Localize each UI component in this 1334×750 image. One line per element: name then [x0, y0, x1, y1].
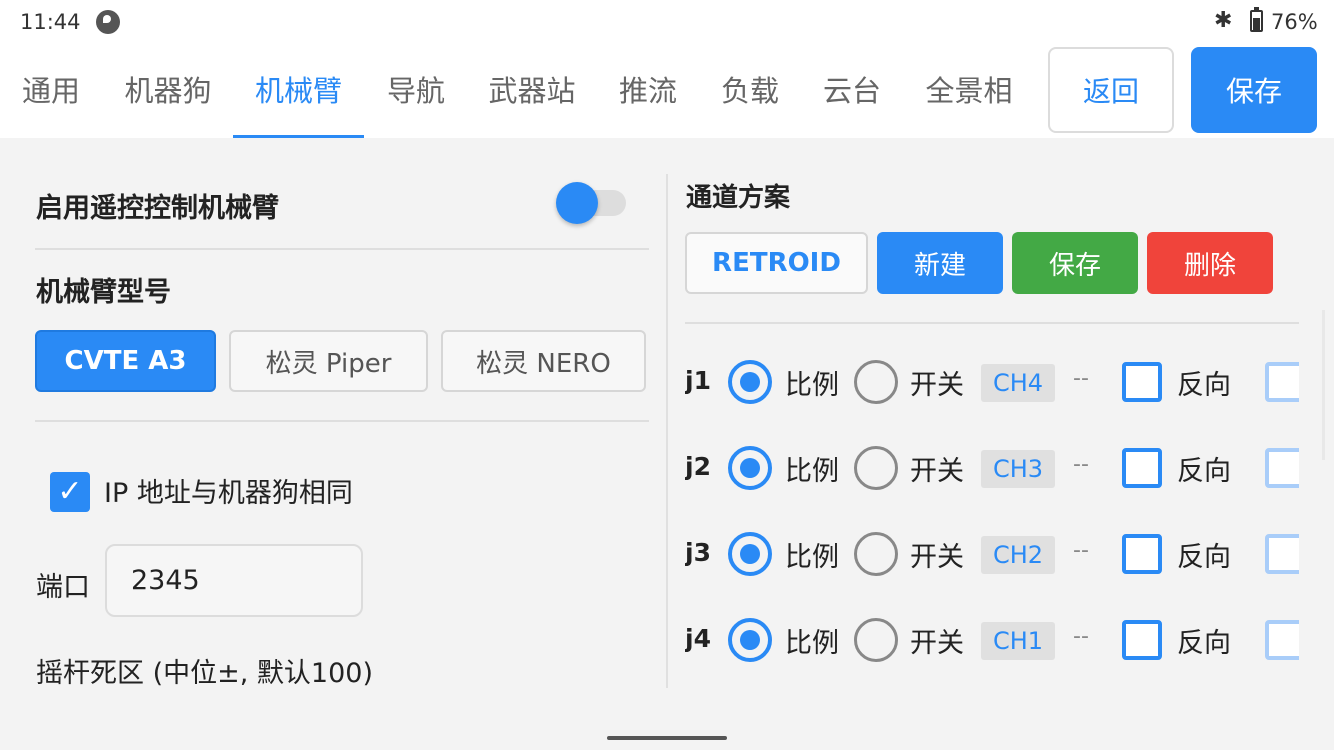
joint-label: j4 [685, 624, 711, 653]
joint-label: j1 [685, 366, 711, 395]
switch-label: 开关 [910, 370, 964, 401]
switch-radio[interactable] [854, 532, 898, 576]
reverse-checkbox[interactable] [1122, 534, 1162, 574]
ratio-radio[interactable] [728, 360, 772, 404]
reverse-label: 反向 [1177, 628, 1231, 659]
same-ip-checkbox[interactable]: ✓ [50, 472, 90, 512]
tab-robot-arm[interactable]: 机械臂 [240, 44, 357, 138]
tab-payload[interactable]: 负载 [714, 44, 786, 138]
model-nero-button[interactable]: 松灵 NERO [441, 330, 646, 392]
extra-checkbox[interactable] [1265, 362, 1299, 402]
extra-checkbox[interactable] [1265, 448, 1299, 488]
extra-checkbox[interactable] [1265, 620, 1299, 660]
model-title: 机械臂型号 [36, 277, 171, 308]
scrollbar[interactable] [1322, 310, 1325, 460]
ratio-radio[interactable] [728, 618, 772, 662]
joint-row-j1: j1 比例 开关 CH4 -- 反向 [685, 352, 1299, 412]
battery-percent: 76% [1271, 10, 1318, 34]
switch-label: 开关 [910, 456, 964, 487]
port-input[interactable]: 2345 [105, 544, 363, 617]
switch-radio[interactable] [854, 446, 898, 490]
ratio-label: 比例 [785, 542, 839, 573]
model-cvte-a3-button[interactable]: CVTE A3 [35, 330, 216, 392]
reverse-label: 反向 [1177, 542, 1231, 573]
channel-dash: -- [1073, 366, 1089, 391]
ratio-label: 比例 [785, 456, 839, 487]
back-button[interactable]: 返回 [1048, 47, 1174, 133]
channel-dash: -- [1073, 624, 1089, 649]
port-label: 端口 [36, 572, 90, 603]
channel-badge[interactable]: CH3 [981, 450, 1055, 488]
channel-scheme-title: 通道方案 [686, 183, 791, 213]
channel-dash: -- [1073, 452, 1089, 477]
scheme-new-button[interactable]: 新建 [877, 232, 1003, 294]
same-ip-label: IP 地址与机器狗相同 [104, 478, 353, 509]
panel-separator [666, 174, 668, 688]
switch-radio[interactable] [854, 618, 898, 662]
tab-bar: 通用 机器狗 机械臂 导航 武器站 推流 负载 云台 全景相 返回 保存 [0, 44, 1334, 138]
scheme-save-button[interactable]: 保存 [1012, 232, 1138, 294]
toggle-thumb [556, 182, 598, 224]
divider [35, 420, 649, 422]
ratio-label: 比例 [785, 628, 839, 659]
home-indicator[interactable] [607, 736, 727, 740]
app-notification-icon [96, 10, 120, 34]
extra-checkbox[interactable] [1265, 534, 1299, 574]
reverse-checkbox[interactable] [1122, 448, 1162, 488]
active-tab-indicator [233, 135, 364, 138]
tab-general[interactable]: 通用 [14, 44, 88, 138]
channel-badge[interactable]: CH2 [981, 536, 1055, 574]
switch-label: 开关 [910, 628, 964, 659]
model-piper-button[interactable]: 松灵 Piper [229, 330, 428, 392]
channel-badge[interactable]: CH4 [981, 364, 1055, 402]
tab-robot-dog[interactable]: 机器狗 [117, 44, 219, 138]
joint-label: j2 [685, 452, 711, 481]
joint-row-j2: j2 比例 开关 CH3 -- 反向 [685, 438, 1299, 498]
joint-row-j4: j4 比例 开关 CH1 -- 反向 [685, 610, 1299, 670]
channel-dash: -- [1073, 538, 1089, 563]
status-bar: 11:44 ✱ 76% [0, 0, 1334, 44]
reverse-label: 反向 [1177, 456, 1231, 487]
tab-streaming[interactable]: 推流 [612, 44, 684, 138]
tab-panorama-camera[interactable]: 全景相 [918, 44, 1020, 138]
divider [35, 248, 649, 250]
ratio-label: 比例 [785, 370, 839, 401]
deadzone-label: 摇杆死区 (中位±, 默认100) [36, 658, 373, 689]
channel-badge[interactable]: CH1 [981, 622, 1055, 660]
battery-charging-icon [1250, 7, 1263, 32]
switch-label: 开关 [910, 542, 964, 573]
status-time: 11:44 [20, 10, 81, 34]
ratio-radio[interactable] [728, 532, 772, 576]
reverse-checkbox[interactable] [1122, 620, 1162, 660]
scheme-select-button[interactable]: RETROID [685, 232, 868, 294]
bluetooth-icon: ✱ [1214, 8, 1233, 33]
ratio-radio[interactable] [728, 446, 772, 490]
reverse-checkbox[interactable] [1122, 362, 1162, 402]
scheme-delete-button[interactable]: 删除 [1147, 232, 1273, 294]
reverse-label: 反向 [1177, 370, 1231, 401]
joint-row-j3: j3 比例 开关 CH2 -- 反向 [685, 524, 1299, 584]
tab-weapon-station[interactable]: 武器站 [481, 44, 583, 138]
enable-remote-toggle[interactable] [556, 182, 628, 224]
enable-remote-label: 启用遥控控制机械臂 [36, 193, 279, 224]
save-button[interactable]: 保存 [1191, 47, 1317, 133]
joint-list: j1 比例 开关 CH4 -- 反向 j2 比例 开关 CH3 -- 反向 j3… [685, 300, 1299, 690]
tab-gimbal[interactable]: 云台 [816, 44, 888, 138]
tab-navigation[interactable]: 导航 [380, 44, 452, 138]
joint-label: j3 [685, 538, 711, 567]
switch-radio[interactable] [854, 360, 898, 404]
